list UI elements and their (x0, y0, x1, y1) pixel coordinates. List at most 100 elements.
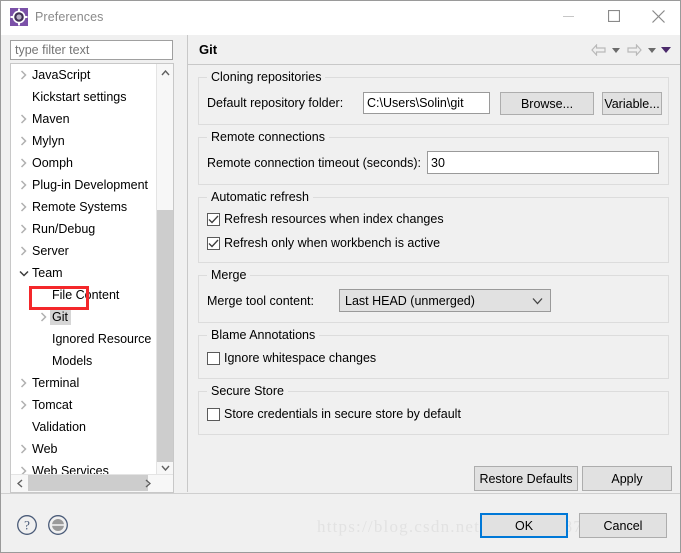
tree-item-label: Tomcat (32, 398, 73, 412)
group-title-remote: Remote connections (207, 130, 329, 144)
checkbox-box[interactable] (207, 236, 220, 250)
chevron-right-icon[interactable] (17, 224, 30, 234)
tree-item-label: Models (52, 354, 93, 368)
navigation-controls (588, 41, 672, 59)
chevron-right-icon[interactable] (17, 158, 30, 168)
tree-item-label: Run/Debug (32, 222, 96, 236)
scroll-left-icon[interactable] (11, 475, 28, 491)
tree-item-plug-in-development[interactable]: Plug-in Development (11, 174, 158, 196)
group-title-cloning: Cloning repositories (207, 70, 326, 84)
chevron-right-icon[interactable] (17, 180, 30, 190)
tree-item-label: Web (32, 442, 58, 456)
chevron-down-icon[interactable] (646, 41, 658, 59)
group-blame-annotations: Blame Annotations Ignore whitespace chan… (198, 328, 669, 379)
chevron-down-icon[interactable] (17, 270, 30, 277)
maximize-button[interactable] (591, 1, 636, 31)
tree-item-models[interactable]: Models (11, 350, 158, 372)
tree-item-git[interactable]: Git (11, 306, 158, 328)
checkbox-refresh-index[interactable]: Refresh resources when index changes (207, 212, 444, 226)
scroll-up-icon[interactable] (157, 64, 173, 81)
tree-item-label: Mylyn (32, 134, 65, 148)
variable-button[interactable]: Variable... (602, 92, 662, 115)
scroll-right-icon[interactable] (139, 475, 156, 491)
tree-item-kickstart-settings[interactable]: Kickstart settings (11, 86, 158, 108)
chevron-right-icon[interactable] (17, 114, 30, 124)
preferences-dialog: Preferences JavaScript Kickstart settings… (0, 0, 681, 553)
chevron-right-icon[interactable] (17, 70, 30, 80)
checkbox-label: Refresh only when workbench is active (224, 236, 441, 250)
circle-icon[interactable] (47, 514, 69, 536)
tree-item-label: Ignored Resource (52, 332, 152, 346)
checkbox-refresh-workbench[interactable]: Refresh only when workbench is active (207, 236, 440, 250)
chevron-right-icon[interactable] (17, 136, 30, 146)
tree-item-tomcat[interactable]: Tomcat (11, 394, 158, 416)
checkbox-ignore-whitespace[interactable]: Ignore whitespace changes (207, 351, 376, 365)
chevron-right-icon[interactable] (17, 400, 30, 410)
tree-item-label: Team (32, 266, 63, 280)
checkbox-box[interactable] (207, 407, 220, 421)
merge-tool-label: Merge tool content: (207, 294, 315, 308)
chevron-right-icon[interactable] (17, 378, 30, 388)
restore-defaults-button[interactable]: Restore Defaults (474, 466, 578, 491)
tree-item-label: Remote Systems (32, 200, 128, 214)
checkbox-store-credentials[interactable]: Store credentials in secure store by def… (207, 407, 461, 421)
checkbox-label: Store credentials in secure store by def… (224, 407, 461, 421)
chevron-right-icon[interactable] (17, 444, 30, 454)
cancel-button[interactable]: Cancel (579, 513, 667, 538)
tree-item-ignored-resource[interactable]: Ignored Resource (11, 328, 158, 350)
apply-button[interactable]: Apply (582, 466, 672, 491)
chevron-down-icon[interactable] (610, 41, 622, 59)
default-repo-folder-input[interactable] (363, 92, 490, 114)
remote-timeout-input[interactable] (427, 151, 659, 174)
tree-item-oomph[interactable]: Oomph (11, 152, 158, 174)
group-secure-store: Secure Store Store credentials in secure… (198, 384, 669, 435)
close-button[interactable] (636, 1, 680, 31)
help-icon[interactable]: ? (16, 514, 38, 536)
remote-timeout-label: Remote connection timeout (seconds): (207, 156, 421, 170)
svg-text:?: ? (24, 518, 30, 533)
chevron-right-icon[interactable] (17, 246, 30, 256)
pane-action-row: Restore Defaults Apply (187, 465, 680, 493)
chevron-down-icon[interactable] (532, 297, 543, 304)
minimize-button[interactable] (546, 1, 591, 31)
chevron-right-icon[interactable] (37, 312, 50, 322)
tree-item-maven[interactable]: Maven (11, 108, 158, 130)
checkbox-box[interactable] (207, 212, 220, 226)
arrow-right-icon[interactable] (624, 41, 644, 59)
tree-item-validation[interactable]: Validation (11, 416, 158, 438)
browse-button[interactable]: Browse... (500, 92, 594, 115)
tree-horizontal-scrollbar[interactable] (11, 474, 173, 492)
default-repo-folder-label: Default repository folder: (207, 96, 344, 110)
view-menu-chevron-down-icon[interactable] (660, 41, 672, 59)
chevron-right-icon[interactable] (17, 202, 30, 212)
group-remote-connections: Remote connections Remote connection tim… (198, 130, 669, 185)
checkbox-box[interactable] (207, 351, 220, 365)
tree-item-server[interactable]: Server (11, 240, 158, 262)
tree-item-label: Plug-in Development (32, 178, 149, 192)
tree-item-label: File Content (52, 288, 120, 302)
tree-vertical-scrollbar[interactable] (156, 64, 173, 476)
tree-item-run-debug[interactable]: Run/Debug (11, 218, 158, 240)
tree-item-label: Terminal (32, 376, 80, 390)
merge-tool-content-select[interactable]: Last HEAD (unmerged) (339, 289, 551, 312)
tree-item-remote-systems[interactable]: Remote Systems (11, 196, 158, 218)
tree-item-terminal[interactable]: Terminal (11, 372, 158, 394)
window-title: Preferences (35, 10, 104, 24)
pane-header: Git (188, 35, 680, 65)
group-automatic-refresh: Automatic refresh Refresh resources when… (198, 190, 669, 263)
git-preferences-pane: Git Cloning repositories Default reposit… (187, 35, 680, 492)
page-title: Git (199, 42, 218, 57)
tree-item-file-content[interactable]: File Content (11, 284, 158, 306)
ok-button[interactable]: OK (480, 513, 568, 538)
arrow-left-icon[interactable] (588, 41, 608, 59)
tree-item-team[interactable]: Team (11, 262, 158, 284)
tree-item-mylyn[interactable]: Mylyn (11, 130, 158, 152)
scrollbar-thumb-horizontal[interactable] (28, 475, 148, 491)
search-input[interactable] (10, 40, 173, 60)
tree-item-javascript[interactable]: JavaScript (11, 64, 158, 86)
tree-item-label: Git (50, 309, 71, 325)
merge-tool-selected-value: Last HEAD (unmerged) (345, 293, 475, 308)
tree-item-web[interactable]: Web (11, 438, 158, 460)
preferences-tree: JavaScript Kickstart settings Maven Mylyn Oo… (10, 63, 174, 493)
scrollbar-thumb-vertical[interactable] (157, 210, 173, 462)
